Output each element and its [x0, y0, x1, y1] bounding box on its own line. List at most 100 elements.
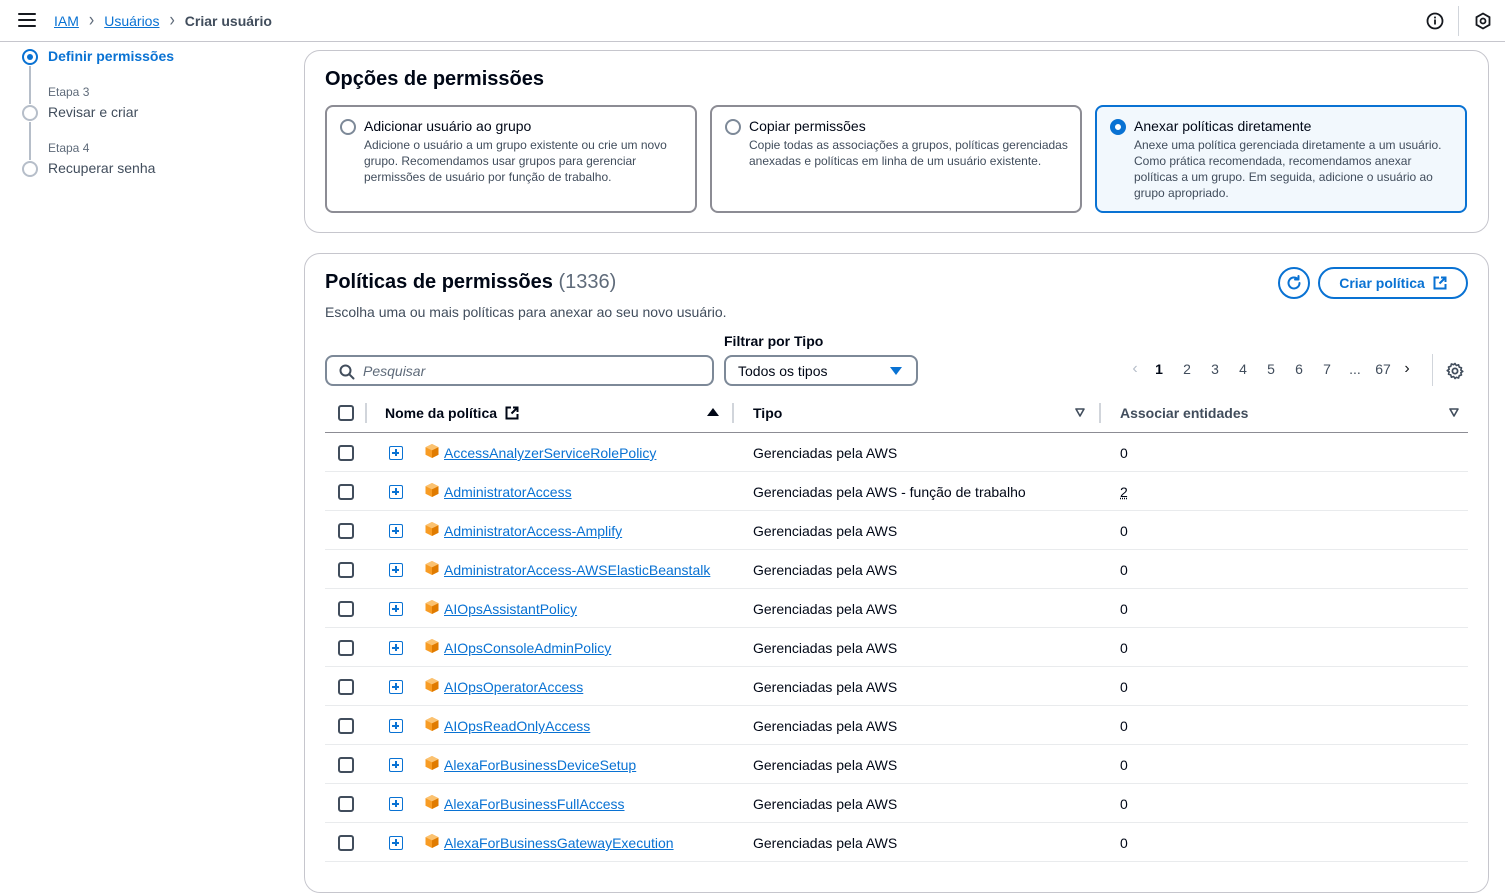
row-checkbox[interactable] [338, 796, 354, 812]
policy-name-link[interactable]: AlexaForBusinessGatewayExecution [444, 835, 674, 851]
tile-attach-policies[interactable]: Anexar políticas diretamente Anexe uma p… [1095, 105, 1467, 213]
radio-copy-permissions[interactable] [725, 119, 741, 135]
row-checkbox[interactable] [338, 562, 354, 578]
row-checkbox[interactable] [338, 835, 354, 851]
row-checkbox[interactable] [338, 718, 354, 734]
column-header-policy-name[interactable]: Nome da política [385, 405, 519, 421]
expand-plus-icon[interactable] [389, 563, 403, 577]
sort-down-icon[interactable] [1449, 408, 1459, 418]
page-7[interactable]: 7 [1313, 361, 1341, 377]
permission-options-title: Opções de permissões [325, 68, 544, 91]
step-3-label: Etapa 3 [48, 85, 89, 99]
aws-managed-policy-icon [424, 638, 440, 654]
step-define-permissions[interactable]: Definir permissões [48, 48, 174, 64]
row-checkbox[interactable] [338, 445, 354, 461]
page-2[interactable]: 2 [1173, 361, 1201, 377]
page-6[interactable]: 6 [1285, 361, 1313, 377]
aws-managed-policy-icon [424, 560, 440, 576]
row-checkbox[interactable] [338, 757, 354, 773]
policy-entities-count[interactable]: 2 [1120, 484, 1128, 500]
expand-plus-icon[interactable] [389, 446, 403, 460]
external-link-icon [505, 406, 519, 420]
aws-managed-policy-icon [424, 833, 440, 849]
column-divider [365, 403, 367, 423]
breadcrumb-iam-link[interactable]: IAM [54, 13, 79, 29]
column-header-entities[interactable]: Associar entidades [1120, 405, 1248, 421]
row-checkbox[interactable] [338, 679, 354, 695]
sort-ascending-icon[interactable] [707, 408, 719, 416]
aws-managed-policy-icon [424, 599, 440, 615]
policy-name-link[interactable]: AlexaForBusinessFullAccess [444, 796, 625, 812]
policy-name-link[interactable]: AdministratorAccess [444, 484, 572, 500]
previous-page-icon[interactable]: ‹ [1125, 360, 1145, 378]
expand-plus-icon[interactable] [389, 719, 403, 733]
create-policy-button[interactable]: Criar política [1318, 267, 1468, 299]
policies-count: (1336) [558, 271, 616, 293]
step-retrieve-password: Recuperar senha [48, 160, 155, 176]
table-row: AdministratorAccess-Amplify Gerenciadas p… [325, 511, 1468, 550]
pagination-divider [1432, 354, 1433, 386]
search-box[interactable] [325, 355, 714, 386]
sort-down-icon[interactable] [1075, 408, 1085, 418]
hamburger-icon[interactable] [18, 13, 36, 29]
row-checkbox[interactable] [338, 523, 354, 539]
policy-entities-count: 0 [1120, 445, 1128, 461]
policy-entities-count: 0 [1120, 796, 1128, 812]
expand-plus-icon[interactable] [389, 836, 403, 850]
policy-type: Gerenciadas pela AWS [753, 679, 897, 695]
column-header-type[interactable]: Tipo [753, 405, 782, 421]
policy-type: Gerenciadas pela AWS [753, 757, 897, 773]
policy-name-link[interactable]: AccessAnalyzerServiceRolePolicy [444, 445, 656, 461]
column-name-label: Nome da política [385, 405, 497, 421]
policy-name-link[interactable]: AdministratorAccess-AWSElasticBeanstalk [444, 562, 710, 578]
aws-managed-policy-icon [424, 716, 440, 732]
type-filter-select[interactable]: Todos os tipos [724, 355, 918, 386]
expand-plus-icon[interactable] [389, 524, 403, 538]
policy-entities-count: 0 [1120, 718, 1128, 734]
expand-plus-icon[interactable] [389, 758, 403, 772]
policy-entities-count: 0 [1120, 601, 1128, 617]
next-page-icon[interactable]: › [1397, 360, 1417, 378]
row-checkbox[interactable] [338, 640, 354, 656]
expand-plus-icon[interactable] [389, 485, 403, 499]
refresh-button[interactable] [1278, 267, 1310, 299]
radio-attach-policies[interactable] [1110, 119, 1126, 135]
expand-plus-icon[interactable] [389, 680, 403, 694]
step-indicator [22, 161, 38, 177]
expand-plus-icon[interactable] [389, 641, 403, 655]
table-row: AIOpsAssistantPolicy Gerenciadas pela AWS… [325, 589, 1468, 628]
row-checkbox[interactable] [338, 484, 354, 500]
expand-plus-icon[interactable] [389, 602, 403, 616]
policies-title: Políticas de permissões (1336) [325, 271, 616, 294]
policy-name-link[interactable]: AIOpsOperatorAccess [444, 679, 583, 695]
policy-name-link[interactable]: AIOpsAssistantPolicy [444, 601, 577, 617]
filter-by-type-label: Filtrar por Tipo [724, 333, 823, 349]
page-3[interactable]: 3 [1201, 361, 1229, 377]
settings-icon[interactable] [1474, 12, 1492, 30]
policy-name-link[interactable]: AIOpsConsoleAdminPolicy [444, 640, 611, 656]
select-all-checkbox[interactable] [338, 405, 354, 421]
search-input[interactable] [363, 361, 703, 381]
policy-name-link[interactable]: AlexaForBusinessDeviceSetup [444, 757, 636, 773]
page-1[interactable]: 1 [1145, 361, 1173, 377]
page-4[interactable]: 4 [1229, 361, 1257, 377]
pagination: ‹ 1 2 3 4 5 6 7 ... 67 › [1125, 360, 1417, 378]
page-5[interactable]: 5 [1257, 361, 1285, 377]
refresh-icon [1286, 275, 1302, 291]
policy-entities-count: 0 [1120, 640, 1128, 656]
tile-add-to-group[interactable]: Adicionar usuário ao grupo Adicione o us… [325, 105, 697, 213]
row-checkbox[interactable] [338, 601, 354, 617]
tile-copy-permissions[interactable]: Copiar permissões Copie todas as associa… [710, 105, 1082, 213]
caret-down-icon [890, 367, 902, 375]
page-67[interactable]: 67 [1369, 361, 1397, 377]
policy-entities-count: 0 [1120, 562, 1128, 578]
table-row: AdministratorAccess-AWSElasticBeanstalk G… [325, 550, 1468, 589]
gear-icon[interactable] [1446, 362, 1464, 380]
breadcrumb-users-link[interactable]: Usuários [104, 13, 159, 29]
expand-plus-icon[interactable] [389, 797, 403, 811]
radio-add-to-group[interactable] [340, 119, 356, 135]
info-icon[interactable] [1426, 12, 1444, 30]
external-link-icon [1433, 276, 1447, 290]
policy-name-link[interactable]: AdministratorAccess-Amplify [444, 523, 622, 539]
policy-name-link[interactable]: AIOpsReadOnlyAccess [444, 718, 590, 734]
